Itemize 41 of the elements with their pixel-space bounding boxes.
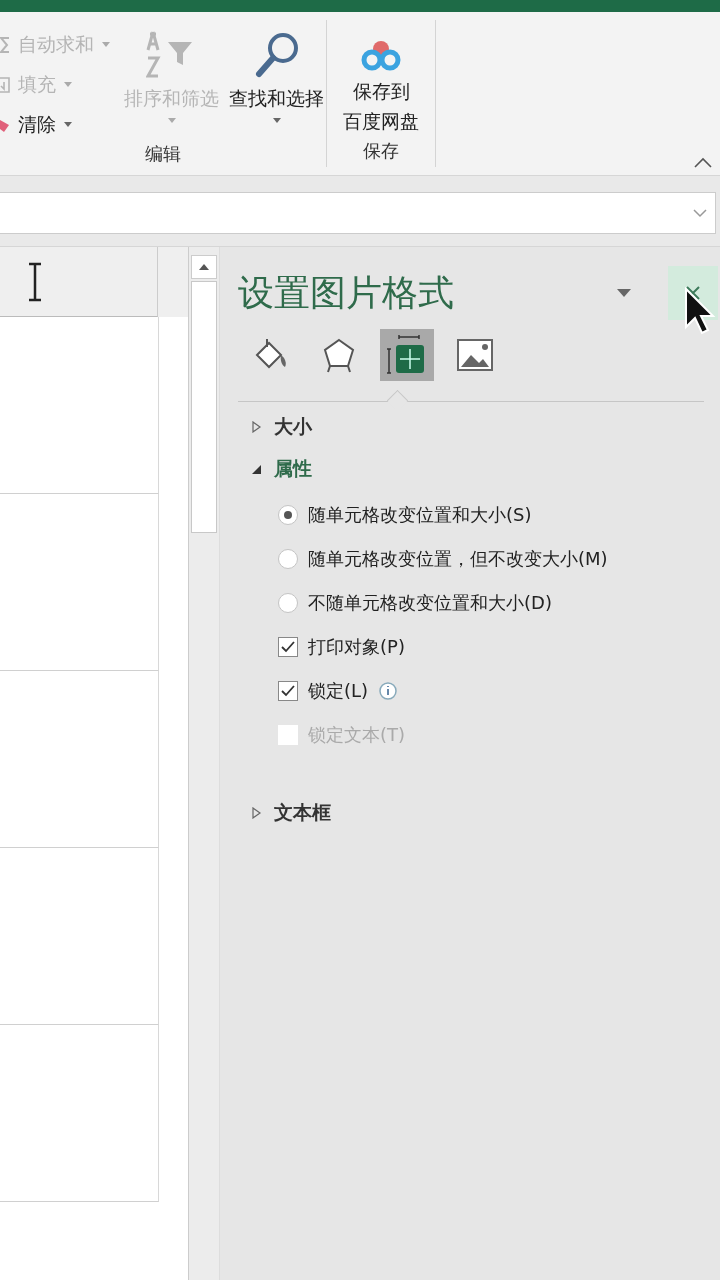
- checkmark-icon: [281, 685, 295, 697]
- mouse-pointer-icon: [684, 287, 716, 335]
- option-label: 打印对象(P): [308, 635, 405, 659]
- group-label: 保存: [363, 139, 399, 163]
- radio-button[interactable]: [278, 549, 298, 569]
- radio-button[interactable]: [278, 593, 298, 613]
- section-header[interactable]: 文本框: [238, 796, 343, 830]
- expanded-triangle-icon: [250, 463, 262, 475]
- collapse-ribbon-icon[interactable]: [694, 157, 712, 169]
- scroll-thumb[interactable]: [191, 281, 217, 533]
- caret-icon: [167, 118, 176, 124]
- caret-icon: [272, 118, 281, 124]
- option-label: 锁定文本(T): [308, 723, 406, 747]
- caret-icon: [102, 42, 110, 48]
- group-label: 编辑: [145, 142, 181, 166]
- option-label: 随单元格改变位置和大小(S): [308, 503, 532, 527]
- save-to-cloud-button[interactable]: 保存到 百度网盘: [327, 20, 435, 134]
- caret-icon: [64, 122, 72, 128]
- collapsed-triangle-icon: [250, 807, 262, 819]
- pane-menu-caret-icon[interactable]: [616, 288, 632, 298]
- pane-title: 设置图片格式: [238, 270, 455, 315]
- ribbon-button[interactable]: 清除: [0, 108, 116, 142]
- radio-button[interactable]: [278, 505, 298, 525]
- sigma-icon: [0, 36, 10, 54]
- option-label: 随单元格改变位置，但不改变大小(M): [308, 547, 608, 571]
- collapsed-triangle-icon: [250, 421, 262, 433]
- size-tab[interactable]: [380, 329, 434, 381]
- checkmark-icon: [281, 641, 295, 653]
- fill-down-icon: [0, 76, 10, 94]
- vertical-scrollbar[interactable]: [189, 247, 220, 1280]
- section-header[interactable]: 属性: [238, 452, 324, 486]
- checkbox[interactable]: [278, 637, 298, 657]
- expand-chevron-icon[interactable]: [693, 208, 707, 218]
- find-select-button[interactable]: 查找和选择: [227, 20, 326, 124]
- option-label: 锁定(L): [308, 679, 369, 703]
- checkbox[interactable]: [278, 681, 298, 701]
- option-label: 不随单元格改变位置和大小(D): [308, 591, 552, 615]
- section-header[interactable]: 大小: [238, 410, 324, 444]
- caret-icon: [64, 82, 72, 88]
- info-icon[interactable]: [378, 681, 399, 701]
- scroll-up-icon[interactable]: [191, 255, 217, 279]
